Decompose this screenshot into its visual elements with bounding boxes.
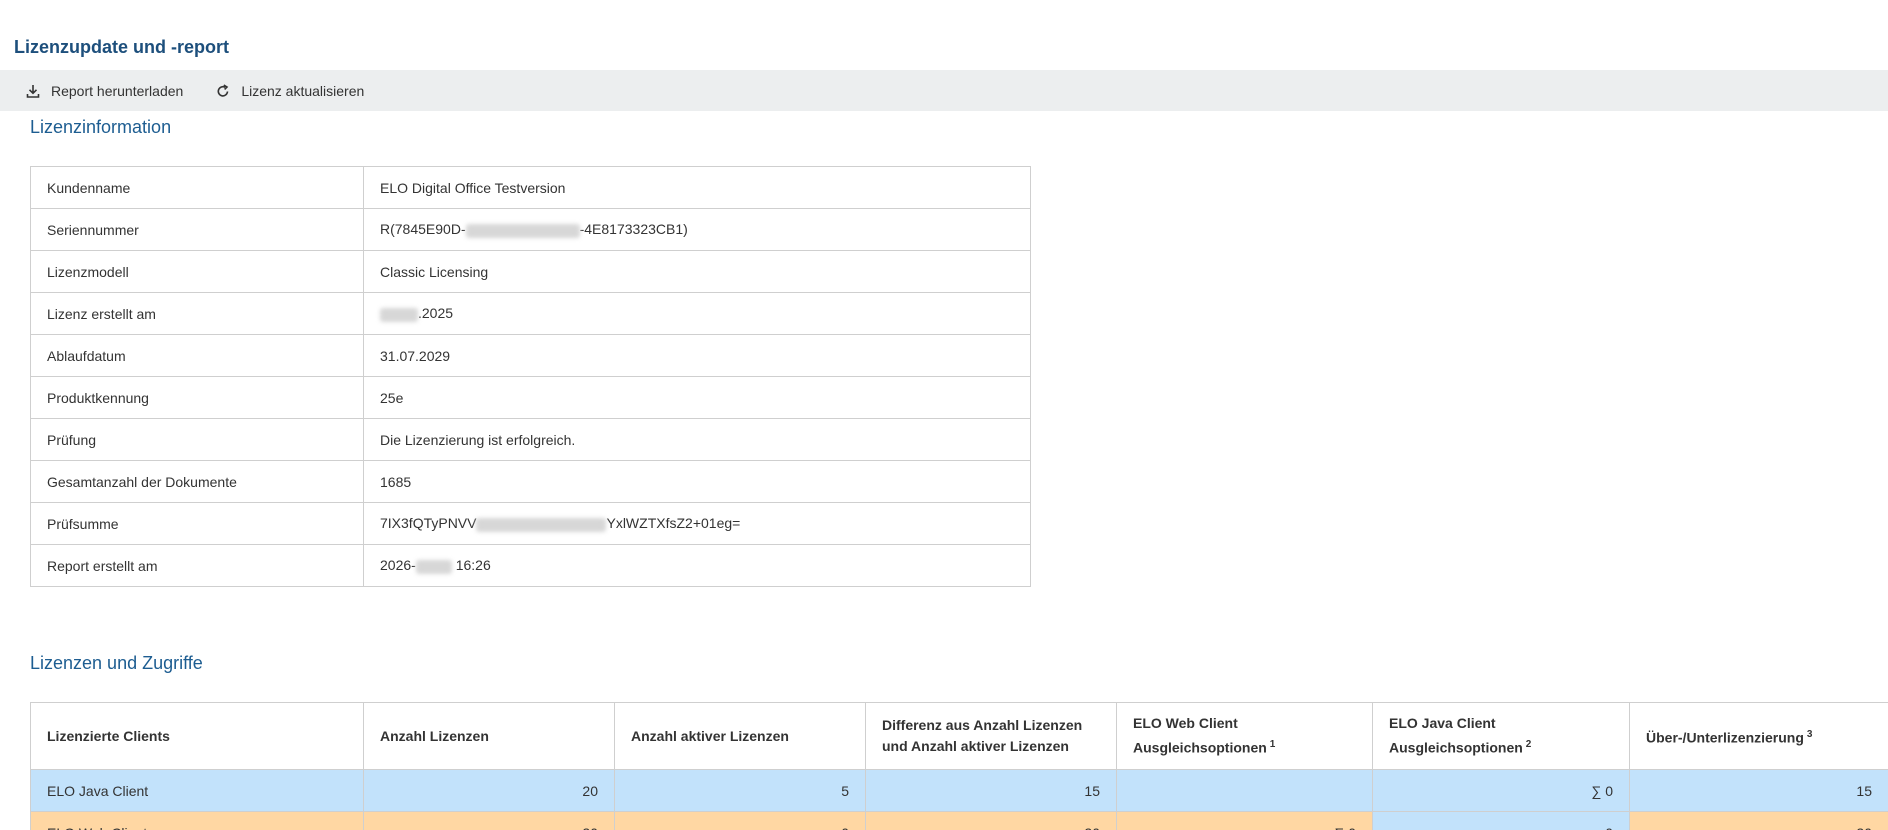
row-key: Lizenzmodell [30, 250, 364, 293]
licenses-table: Lizenzierte Clients Anzahl Lizenzen Anza… [30, 702, 1888, 830]
cell-active: 5 [614, 769, 866, 812]
row-value: 31.07.2029 [363, 334, 1031, 377]
row-key: Report erstellt am [30, 544, 364, 587]
table-row: Report erstellt am 2026-x 16:26 [30, 544, 1031, 587]
license-info-table: Kundenname ELO Digital Office Testversio… [30, 166, 1031, 587]
footnote-marker: 2 [1525, 739, 1532, 751]
table-row: Kundenname ELO Digital Office Testversio… [30, 166, 1031, 209]
col-license-count: Anzahl Lizenzen [363, 702, 615, 770]
cell-over-under: 15 [1629, 769, 1888, 812]
update-license-label: Lizenz aktualisieren [241, 82, 365, 99]
cell-active: 0 [614, 811, 866, 830]
cell-web-options [1116, 769, 1373, 812]
row-value: x.2025 [363, 292, 1031, 335]
redacted-checksum: x [476, 517, 607, 532]
page-title: Lizenzupdate und -report [14, 37, 229, 57]
cell-web-options: ∑ 0 [1116, 811, 1373, 830]
report-date-prefix: 2026- [380, 557, 416, 574]
row-key: Prüfung [30, 418, 364, 461]
col-difference: Differenz aus Anzahl Lizenzen und Anzahl… [865, 702, 1117, 770]
row-key: Produktkennung [30, 376, 364, 419]
report-date-suffix: 16:26 [451, 557, 491, 574]
row-key: Lizenz erstellt am [30, 292, 364, 335]
table-row: Prüfung Die Lizenzierung ist erfolgreich… [30, 418, 1031, 461]
row-key: Prüfsumme [30, 502, 364, 545]
redacted-date: x [380, 307, 418, 322]
download-icon [25, 83, 51, 99]
checksum-prefix: 7IX3fQTyPNVV [380, 515, 477, 532]
row-value: 25e [363, 376, 1031, 419]
col-web-client-options: ELO Web Client Ausgleichsoptionen 1 [1116, 702, 1373, 770]
cell-diff: 20 [865, 811, 1117, 830]
download-report-button[interactable]: Report herunterladen [25, 70, 183, 111]
table-header-row: Lizenzierte Clients Anzahl Lizenzen Anza… [30, 702, 1888, 770]
row-value: Classic Licensing [363, 250, 1031, 293]
col-label: ELO Java Client Ausgleichsoptionen [1389, 715, 1523, 756]
table-row: Lizenz erstellt am x.2025 [30, 292, 1031, 335]
footnote-marker: 1 [1269, 739, 1276, 751]
row-value: 1685 [363, 460, 1031, 503]
cell-licenses: 20 [363, 769, 615, 812]
cell-client: ELO Web Client [30, 811, 364, 830]
cell-licenses: 20 [363, 811, 615, 830]
license-report-page: Lizenzupdate und -report Report herunter… [0, 0, 1888, 830]
footnote-marker: 3 [1806, 728, 1813, 740]
serial-prefix: R(7845E90D- [380, 221, 466, 238]
table-row: Gesamtanzahl der Dokumente 1685 [30, 460, 1031, 503]
col-label: ELO Web Client Ausgleichsoptionen [1133, 715, 1267, 756]
license-info-title: Lizenzinformation [30, 117, 172, 137]
row-value: R(7845E90D-x-4E8173323CB1) [363, 208, 1031, 251]
licenses-section-title: Lizenzen und Zugriffe [30, 653, 203, 673]
col-active-licenses: Anzahl aktiver Lizenzen [614, 702, 866, 770]
col-licensed-clients: Lizenzierte Clients [30, 702, 364, 770]
download-report-label: Report herunterladen [51, 82, 184, 99]
refresh-icon [215, 83, 241, 99]
update-license-button[interactable]: Lizenz aktualisieren [215, 70, 364, 111]
redacted-serial: x [465, 223, 580, 238]
cell-client: ELO Java Client [30, 769, 364, 812]
row-key: Ablaufdatum [30, 334, 364, 377]
table-row: Prüfsumme 7IX3fQTyPNVVxYxlWZTXfsZ2+01eg= [30, 502, 1031, 545]
toolbar: Report herunterladen Lizenz aktualisiere… [0, 70, 1888, 111]
col-over-under-licensing: Über-/Unterlizenzierung 3 [1629, 702, 1888, 770]
row-value: Die Lizenzierung ist erfolgreich. [363, 418, 1031, 461]
serial-suffix: -4E8173323CB1) [579, 221, 688, 238]
row-value: ELO Digital Office Testversion [363, 166, 1031, 209]
redacted-report-date: x [415, 559, 452, 574]
checksum-suffix: YxlWZTXfsZ2+01eg= [606, 515, 741, 532]
row-value: 7IX3fQTyPNVVxYxlWZTXfsZ2+01eg= [363, 502, 1031, 545]
row-key: Seriennummer [30, 208, 364, 251]
table-row: ELO Java Client 20 5 15 ∑ 0 15 [30, 769, 1888, 812]
row-key: Kundenname [30, 166, 364, 209]
table-row: Ablaufdatum 31.07.2029 [30, 334, 1031, 377]
table-row: Lizenzmodell Classic Licensing [30, 250, 1031, 293]
table-row: ELO Web Client 20 0 20 ∑ 0 0 20 [30, 811, 1888, 830]
cell-java-options: ∑ 0 [1372, 769, 1630, 812]
date-suffix: .2025 [418, 305, 454, 322]
table-row: Seriennummer R(7845E90D-x-4E8173323CB1) [30, 208, 1031, 251]
table-row: Produktkennung 25e [30, 376, 1031, 419]
cell-diff: 15 [865, 769, 1117, 812]
row-value: 2026-x 16:26 [363, 544, 1031, 587]
row-key: Gesamtanzahl der Dokumente [30, 460, 364, 503]
cell-over-under: 20 [1629, 811, 1888, 830]
col-java-client-options: ELO Java Client Ausgleichsoptionen 2 [1372, 702, 1630, 770]
col-label: Über-/Unterlizenzierung [1646, 729, 1804, 746]
cell-java-options: 0 [1372, 811, 1630, 830]
